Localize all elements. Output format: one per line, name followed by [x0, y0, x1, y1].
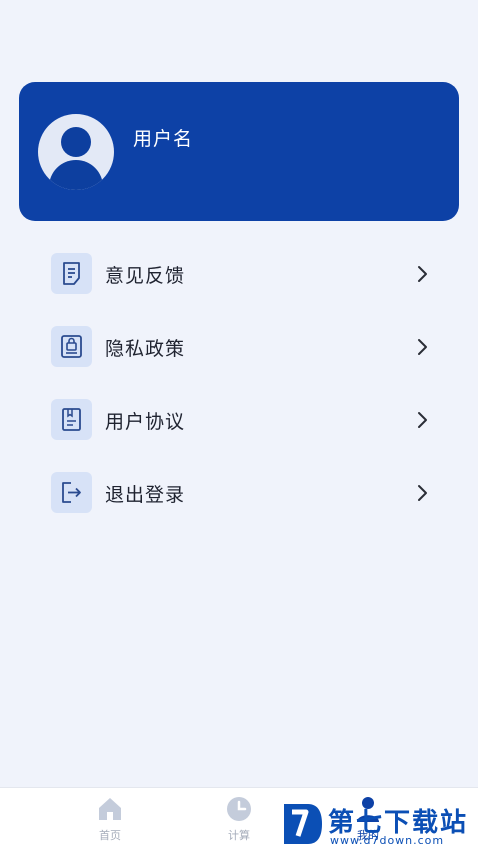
menu-item-feedback[interactable]: 意见反馈: [0, 237, 478, 310]
tab-label: 首页: [99, 829, 121, 842]
profile-page: 用户名 意见反馈 隐私政策 用户协议 退出登录 首页 计算 我的 第七下载站 w…: [0, 0, 478, 850]
clock-icon: [227, 797, 251, 821]
feedback-icon: [51, 253, 92, 294]
home-icon: [99, 798, 121, 820]
watermark-logo-icon: [284, 804, 322, 844]
chevron-right-icon: [418, 266, 427, 282]
chevron-right-icon: [418, 412, 427, 428]
privacy-icon: [51, 326, 92, 367]
menu-item-label: 用户协议: [105, 411, 186, 433]
username-label: 用户名: [133, 128, 194, 150]
tab-label: 计算: [228, 829, 250, 842]
watermark-url: www.d7down.com: [330, 834, 445, 847]
watermark: 第七下载站 www.d7down.com: [282, 800, 478, 850]
logout-icon: [51, 472, 92, 513]
settings-menu: 意见反馈 隐私政策 用户协议 退出登录: [0, 237, 478, 529]
menu-item-label: 退出登录: [105, 484, 186, 506]
profile-card[interactable]: 用户名: [19, 82, 459, 221]
chevron-right-icon: [418, 485, 427, 501]
menu-item-agreement[interactable]: 用户协议: [0, 383, 478, 456]
agreement-icon: [51, 399, 92, 440]
chevron-right-icon: [418, 339, 427, 355]
menu-item-label: 隐私政策: [105, 338, 186, 360]
menu-item-privacy[interactable]: 隐私政策: [0, 310, 478, 383]
user-avatar-icon[interactable]: [38, 114, 114, 190]
menu-item-logout[interactable]: 退出登录: [0, 456, 478, 529]
menu-item-label: 意见反馈: [105, 265, 186, 287]
tab-calculate[interactable]: 计算: [209, 794, 269, 850]
tab-home[interactable]: 首页: [80, 794, 140, 850]
